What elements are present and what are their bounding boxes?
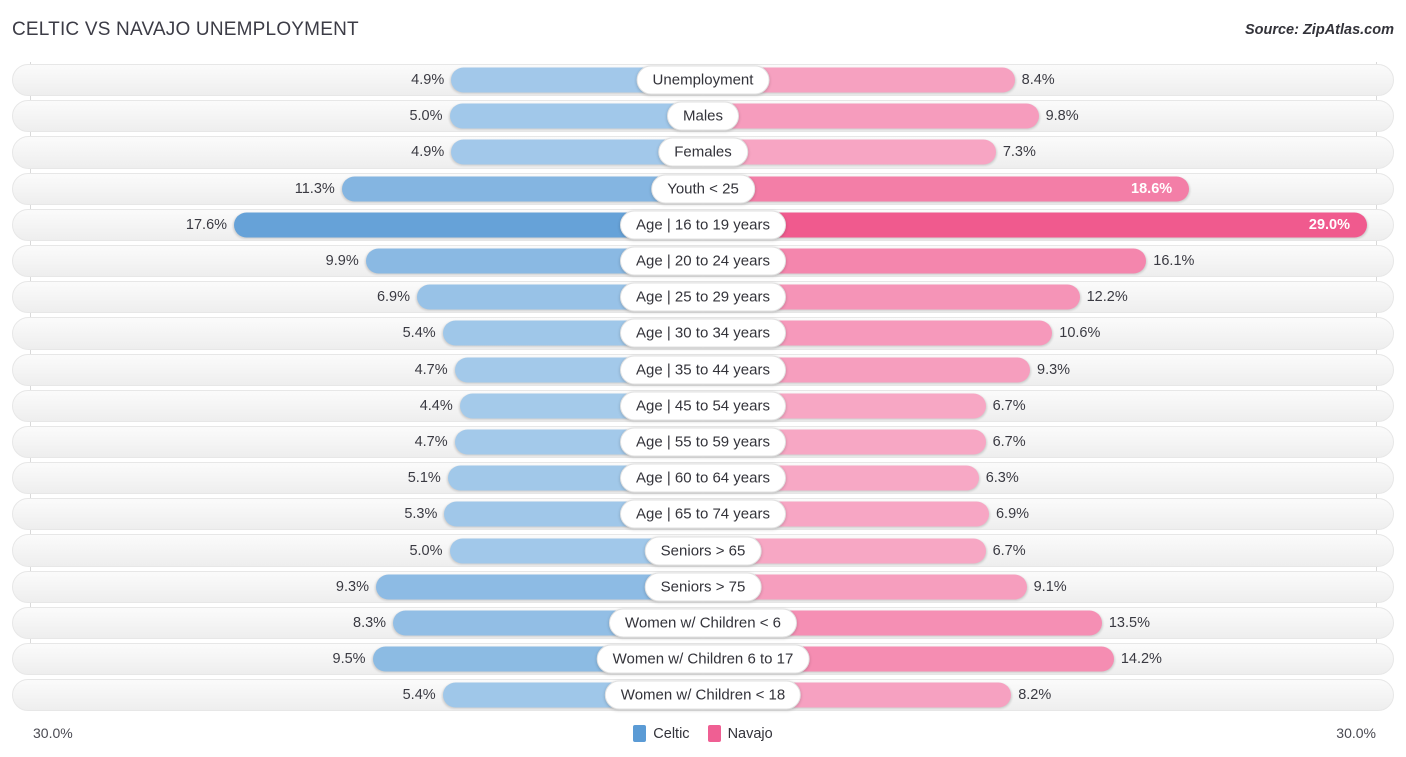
value-label-celtic: 6.9% [376,289,411,306]
value-label-celtic: 9.5% [332,651,366,668]
chart-legend: Celtic Navajo [0,725,1406,742]
value-label-navajo: 10.6% [1059,325,1101,342]
chart-row: 4.9% 7.3% Females [0,134,1406,170]
chart-row: 5.4% 8.2% Women w/ Children < 18 [0,677,1406,713]
chart-page: CELTIC VS NAVAJO UNEMPLOYMENT Source: Zi… [0,0,1406,757]
value-label-celtic: 5.3% [404,506,438,523]
value-label-navajo: 6.7% [992,397,1026,414]
chart-row: 4.7% 6.7% Age | 55 to 59 years [0,424,1406,460]
chart-footer: 30.0% 30.0% Celtic Navajo [0,714,1406,757]
category-label-pill[interactable]: Women w/ Children 6 to 17 [596,644,810,674]
category-label-pill[interactable]: Women w/ Children < 6 [608,608,798,638]
chart-row: 5.3% 6.9% Age | 65 to 74 years [0,496,1406,532]
diverging-bar-chart: 4.9% 8.4% Unemployment 5.0% 9.8% Males 4.9% 7.3… [0,62,1406,718]
chart-row: 5.0% 9.8% Males [0,98,1406,134]
category-label-pill[interactable]: Age | 30 to 34 years [620,318,786,348]
chart-row: 9.5% 14.2% Women w/ Children 6 to 17 [0,641,1406,677]
value-label-celtic: 5.0% [409,108,443,125]
legend-swatch-icon [707,725,721,742]
category-label-pill[interactable]: Age | 65 to 74 years [620,499,786,529]
legend-label: Celtic [653,725,690,742]
value-label-navajo: 8.4% [1021,72,1055,89]
value-label-navajo: 14.2% [1120,651,1162,668]
value-label-navajo: 6.7% [992,542,1026,559]
chart-row: 4.7% 9.3% Age | 35 to 44 years [0,352,1406,388]
value-label-navajo: 13.5% [1108,614,1150,631]
legend-swatch-icon [633,725,647,742]
chart-row: 9.9% 16.1% Age | 20 to 24 years [0,243,1406,279]
value-label-celtic: 9.3% [335,578,369,595]
category-label-pill[interactable]: Females [658,137,748,167]
value-label-celtic: 4.7% [414,433,448,450]
legend-label: Navajo [727,725,773,742]
category-label-pill[interactable]: Women w/ Children < 18 [604,680,802,710]
chart-row: 17.6% 29.0% Age | 16 to 19 years [0,207,1406,243]
value-label-navajo: 18.6% [1131,180,1173,197]
legend-item[interactable]: Navajo [707,725,773,742]
value-label-navajo: 12.2% [1086,289,1128,306]
value-label-navajo: 6.9% [995,506,1030,523]
bar-navajo [703,212,1367,238]
source-label: Source: ZipAtlas.com [1244,22,1394,38]
value-label-navajo: 8.2% [1018,687,1052,704]
chart-row: 9.3% 9.1% Seniors > 75 [0,569,1406,605]
value-label-navajo: 6.3% [985,470,1019,487]
category-label-pill[interactable]: Age | 60 to 64 years [620,463,786,493]
value-label-celtic: 17.6% [185,216,228,233]
category-label-pill[interactable]: Age | 16 to 19 years [620,210,786,240]
value-label-navajo: 6.7% [992,433,1026,450]
value-label-celtic: 5.4% [402,687,436,704]
chart-row: 5.1% 6.3% Age | 60 to 64 years [0,460,1406,496]
category-label-pill[interactable]: Males [666,101,740,131]
chart-row: 4.4% 6.7% Age | 45 to 54 years [0,388,1406,424]
category-label-pill[interactable]: Age | 55 to 59 years [620,427,786,457]
page-title: CELTIC VS NAVAJO UNEMPLOYMENT [12,19,359,40]
value-label-navajo: 9.1% [1033,578,1067,595]
value-label-celtic: 4.7% [414,361,448,378]
value-label-celtic: 4.4% [419,397,453,414]
value-label-celtic: 4.9% [411,72,445,89]
legend-item[interactable]: Celtic [633,725,690,742]
value-label-navajo: 16.1% [1153,253,1195,270]
category-label-pill[interactable]: Age | 35 to 44 years [620,355,786,385]
value-label-celtic: 11.3% [294,180,335,197]
category-label-pill[interactable]: Unemployment [636,65,770,95]
category-label-pill[interactable]: Age | 20 to 24 years [620,246,786,276]
category-label-pill[interactable]: Age | 25 to 29 years [620,282,786,312]
value-label-navajo: 29.0% [1308,216,1351,233]
value-label-navajo: 9.8% [1045,108,1079,125]
value-label-navajo: 7.3% [1002,144,1036,161]
chart-row: 4.9% 8.4% Unemployment [0,62,1406,98]
chart-rows: 4.9% 8.4% Unemployment 5.0% 9.8% Males 4.9% 7.3… [0,62,1406,713]
value-label-celtic: 5.1% [407,470,441,487]
category-label-pill[interactable]: Seniors > 65 [644,536,762,566]
category-label-pill[interactable]: Age | 45 to 54 years [620,391,786,421]
value-label-navajo: 9.3% [1037,361,1071,378]
bar-celtic [341,176,703,202]
chart-row: 11.3% 18.6% Youth < 25 [0,171,1406,207]
value-label-celtic: 8.3% [353,614,387,631]
bar-navajo [703,176,1190,202]
bar-celtic [449,103,703,129]
category-label-pill[interactable]: Youth < 25 [651,174,755,204]
value-label-celtic: 5.0% [409,542,443,559]
value-label-celtic: 9.9% [325,253,359,270]
bar-navajo [703,103,1039,129]
value-label-celtic: 4.9% [411,144,445,161]
chart-row: 5.0% 6.7% Seniors > 65 [0,532,1406,568]
chart-row: 6.9% 12.2% Age | 25 to 29 years [0,279,1406,315]
category-label-pill[interactable]: Seniors > 75 [644,572,762,602]
chart-row: 8.3% 13.5% Women w/ Children < 6 [0,605,1406,641]
chart-row: 5.4% 10.6% Age | 30 to 34 years [0,315,1406,351]
value-label-celtic: 5.4% [402,325,436,342]
